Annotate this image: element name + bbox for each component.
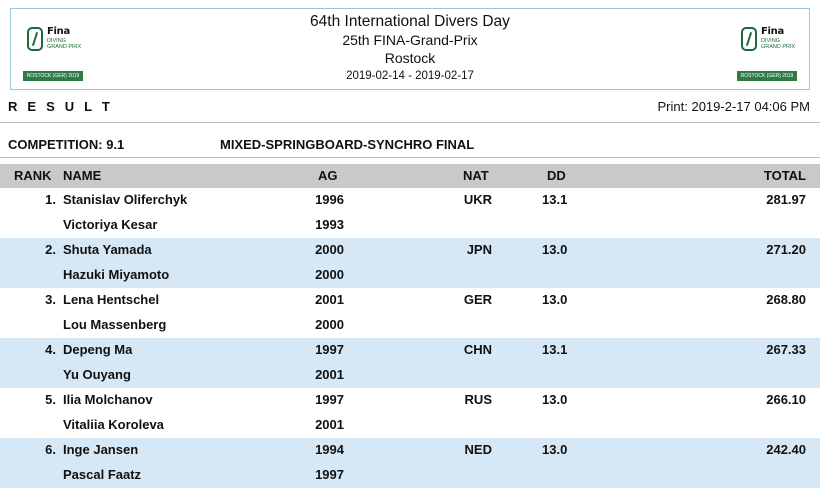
result-row: 6. Inge Jansen 1994 NED 13.0 242.40 Pasc… xyxy=(0,438,820,488)
birth-year: 1997 xyxy=(315,467,344,482)
rank: 4. xyxy=(45,342,56,357)
result-row: 4. Depeng Ma 1997 CHN 13.1 267.33 Yu Ouy… xyxy=(0,338,820,388)
column-header-ag: AG xyxy=(318,168,338,183)
birth-year: 1994 xyxy=(315,442,344,457)
total-score: 267.33 xyxy=(766,342,806,357)
print-timestamp: Print: 2019-2-17 04:06 PM xyxy=(657,99,810,114)
table-header: RANK NAME AG NAT DD TOTAL xyxy=(0,164,820,188)
competition-title: MIXED-SPRINGBOARD-SYNCHRO FINAL xyxy=(220,137,475,152)
column-header-dd: DD xyxy=(547,168,566,183)
fina-diver-icon xyxy=(741,27,757,51)
competition-label: COMPETITION: 9.1 xyxy=(8,137,125,152)
diver-name: Vitaliia Koroleva xyxy=(63,417,164,432)
rank: 2. xyxy=(45,242,56,257)
logo-subtitle: DIVING GRAND PRIX xyxy=(761,38,796,50)
result-line-partner: Yu Ouyang 2001 xyxy=(0,363,820,388)
diver-name: Depeng Ma xyxy=(63,342,133,357)
nation: GER xyxy=(463,292,492,307)
degree-of-difficulty: 13.0 xyxy=(542,292,568,307)
birth-year: 1997 xyxy=(315,392,344,407)
nation: NED xyxy=(464,442,492,457)
result-line-primary: 1. Stanislav Oliferchyk 1996 UKR 13.1 28… xyxy=(0,188,820,213)
diver-name: Inge Jansen xyxy=(63,442,139,457)
column-header-name: NAME xyxy=(63,168,102,183)
result-line-partner: Pascal Faatz 1997 xyxy=(0,463,820,488)
result-line-primary: 6. Inge Jansen 1994 NED 13.0 242.40 xyxy=(0,438,820,463)
birth-year: 1997 xyxy=(315,342,344,357)
birth-year: 2000 xyxy=(315,267,344,282)
fina-logo-right: Fina DIVING GRAND PRIX ROSTOCK (GER) 201… xyxy=(737,23,797,81)
logo-brand: Fina xyxy=(761,26,784,37)
diver-name: Lena Hentschel xyxy=(63,292,160,307)
result-line-primary: 5. Ilia Molchanov 1997 RUS 13.0 266.10 xyxy=(0,388,820,413)
diver-name: Hazuki Miyamoto xyxy=(63,267,170,282)
nation: RUS xyxy=(464,392,492,407)
column-header-nat: NAT xyxy=(463,168,489,183)
nation: CHN xyxy=(463,342,492,357)
diver-name: Stanislav Oliferchyk xyxy=(63,192,188,207)
diver-name: Yu Ouyang xyxy=(63,367,131,382)
column-header-rank: RANK xyxy=(14,168,52,183)
rank: 3. xyxy=(45,292,56,307)
total-score: 268.80 xyxy=(766,292,806,307)
result-heading: R E S U L T xyxy=(8,99,114,114)
degree-of-difficulty: 13.1 xyxy=(542,192,568,207)
birth-year: 2000 xyxy=(315,317,344,332)
result-line-primary: 4. Depeng Ma 1997 CHN 13.1 267.33 xyxy=(0,338,820,363)
rank: 5. xyxy=(45,392,56,407)
birth-year: 2000 xyxy=(315,242,344,257)
event-title-block: 64th International Divers Day 25th FINA-… xyxy=(11,13,809,85)
logo-band: ROSTOCK (GER) 2019 xyxy=(737,71,797,81)
birth-year: 1993 xyxy=(315,217,344,232)
result-row: 5. Ilia Molchanov 1997 RUS 13.0 266.10 V… xyxy=(0,388,820,438)
event-header: Fina DIVING GRAND PRIX ROSTOCK (GER) 201… xyxy=(10,8,810,90)
result-line-partner: Hazuki Miyamoto 2000 xyxy=(0,263,820,288)
total-score: 242.40 xyxy=(766,442,806,457)
result-row: 1. Stanislav Oliferchyk 1996 UKR 13.1 28… xyxy=(0,188,820,238)
result-row: 3. Lena Hentschel 2001 GER 13.0 268.80 L… xyxy=(0,288,820,338)
diver-name: Pascal Faatz xyxy=(63,467,142,482)
birth-year: 2001 xyxy=(315,417,344,432)
degree-of-difficulty: 13.0 xyxy=(542,442,568,457)
result-line-primary: 2. Shuta Yamada 2000 JPN 13.0 271.20 xyxy=(0,238,820,263)
event-series: 25th FINA-Grand-Prix xyxy=(342,32,478,48)
result-line-primary: 3. Lena Hentschel 2001 GER 13.0 268.80 xyxy=(0,288,820,313)
rank: 6. xyxy=(45,442,56,457)
result-line-partner: Lou Massenberg 2000 xyxy=(0,313,820,338)
degree-of-difficulty: 13.1 xyxy=(542,342,568,357)
total-score: 266.10 xyxy=(766,392,806,407)
diver-name: Ilia Molchanov xyxy=(63,392,153,407)
nation: JPN xyxy=(466,242,492,257)
event-name: 64th International Divers Day xyxy=(310,13,510,30)
event-dates: 2019-02-14 - 2019-02-17 xyxy=(346,70,474,82)
column-header-total: TOTAL xyxy=(763,168,806,183)
degree-of-difficulty: 13.0 xyxy=(542,392,568,407)
event-location: Rostock xyxy=(384,50,436,66)
diver-name: Shuta Yamada xyxy=(63,242,152,257)
birth-year: 2001 xyxy=(315,367,344,382)
result-line-partner: Victoriya Kesar 1993 xyxy=(0,213,820,238)
result-line-partner: Vitaliia Koroleva 2001 xyxy=(0,413,820,438)
total-score: 281.97 xyxy=(766,192,806,207)
diver-name: Victoriya Kesar xyxy=(63,217,158,232)
birth-year: 1996 xyxy=(315,192,344,207)
result-row: 2. Shuta Yamada 2000 JPN 13.0 271.20 Haz… xyxy=(0,238,820,288)
diver-name: Lou Massenberg xyxy=(63,317,167,332)
rank: 1. xyxy=(45,192,56,207)
divider xyxy=(0,157,820,158)
divider xyxy=(0,122,820,123)
degree-of-difficulty: 13.0 xyxy=(542,242,568,257)
nation: UKR xyxy=(463,192,492,207)
birth-year: 2001 xyxy=(315,292,344,307)
total-score: 271.20 xyxy=(766,242,806,257)
